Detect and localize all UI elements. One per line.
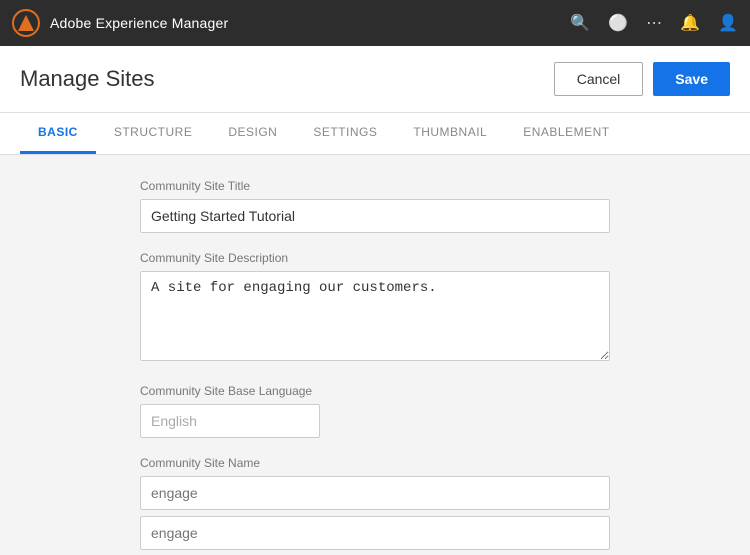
form-content: Community Site Title Community Site Desc…	[0, 155, 750, 555]
page-title: Manage Sites	[20, 66, 554, 92]
help-icon[interactable]: ⚪	[608, 13, 628, 33]
site-description-group: Community Site Description A site for en…	[140, 251, 610, 366]
tab-structure[interactable]: STRUCTURE	[96, 113, 211, 154]
header-actions: Cancel Save	[554, 62, 730, 96]
site-description-input[interactable]: A site for engaging our customers.	[140, 271, 610, 361]
apps-icon[interactable]: ⋯	[646, 13, 662, 33]
site-name-input[interactable]	[140, 476, 610, 510]
site-language-group: Community Site Base Language	[140, 384, 610, 438]
save-button[interactable]: Save	[653, 62, 730, 96]
tab-enablement[interactable]: ENABLEMENT	[505, 113, 627, 154]
page-header: Manage Sites Cancel Save	[0, 46, 750, 113]
search-icon[interactable]: 🔍	[570, 13, 590, 33]
site-name-label: Community Site Name	[140, 456, 610, 470]
site-title-group: Community Site Title	[140, 179, 610, 233]
site-description-label: Community Site Description	[140, 251, 610, 265]
site-language-input[interactable]	[140, 404, 320, 438]
user-icon[interactable]: 👤	[718, 13, 738, 33]
site-title-label: Community Site Title	[140, 179, 610, 193]
bell-icon[interactable]: 🔔	[680, 13, 700, 33]
cancel-button[interactable]: Cancel	[554, 62, 644, 96]
site-title-input[interactable]	[140, 199, 610, 233]
tab-design[interactable]: DESIGN	[210, 113, 295, 154]
top-navigation: Adobe Experience Manager 🔍 ⚪ ⋯ 🔔 👤	[0, 0, 750, 46]
tab-basic[interactable]: BASIC	[20, 113, 96, 154]
site-name-group: Community Site Name	[140, 456, 610, 550]
logo-icon	[18, 15, 34, 31]
app-logo	[12, 9, 40, 37]
nav-icons: 🔍 ⚪ ⋯ 🔔 👤	[570, 13, 738, 33]
tab-bar: BASIC STRUCTURE DESIGN SETTINGS THUMBNAI…	[0, 113, 750, 155]
tab-settings[interactable]: SETTINGS	[295, 113, 395, 154]
app-title: Adobe Experience Manager	[50, 15, 228, 31]
tab-thumbnail[interactable]: THUMBNAIL	[395, 113, 505, 154]
site-language-label: Community Site Base Language	[140, 384, 610, 398]
